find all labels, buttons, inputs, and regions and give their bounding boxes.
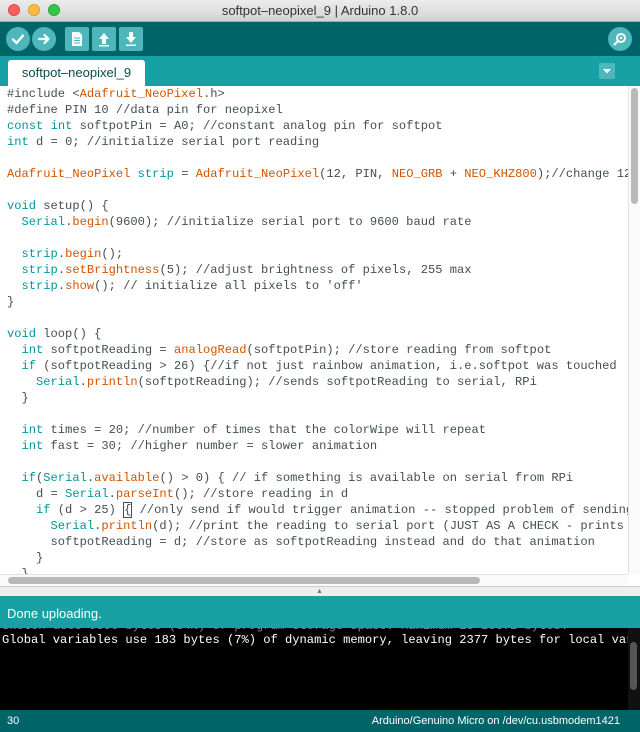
arrow-right-icon bbox=[37, 33, 50, 45]
arrow-up-icon bbox=[99, 33, 109, 47]
horizontal-scroll-thumb[interactable] bbox=[8, 577, 480, 584]
console-scroll-thumb[interactable] bbox=[630, 642, 637, 690]
editor-horizontal-scrollbar[interactable] bbox=[0, 574, 628, 586]
code-line[interactable]: strip.begin(); bbox=[7, 247, 124, 261]
footer-bar: 30 Arduino/Genuino Micro on /dev/cu.usbm… bbox=[0, 710, 640, 732]
code-line[interactable]: int d = 0; //initialize serial port read… bbox=[7, 135, 319, 149]
pane-divider[interactable]: ▲ bbox=[0, 586, 640, 596]
title-bar: softpot–neopixel_9 | Arduino 1.8.0 bbox=[0, 0, 640, 22]
status-message: Done uploading. bbox=[7, 606, 102, 621]
code-line[interactable]: Adafruit_NeoPixel strip = Adafruit_NeoPi… bbox=[7, 167, 628, 181]
code-line[interactable]: Serial.begin(9600); //initialize serial … bbox=[7, 215, 472, 229]
status-bar: Done uploading. bbox=[0, 596, 640, 628]
window-title: softpot–neopixel_9 | Arduino 1.8.0 bbox=[221, 3, 419, 18]
code-line[interactable]: } bbox=[7, 551, 43, 565]
code-line[interactable]: void loop() { bbox=[7, 327, 101, 341]
console-scrollbar[interactable] bbox=[628, 628, 640, 710]
tab-menu-button[interactable] bbox=[599, 63, 615, 79]
console-output[interactable]: Sketch uses 9806 bytes (34%) of program … bbox=[0, 628, 628, 710]
open-sketch-button[interactable] bbox=[92, 27, 116, 51]
code-line[interactable]: d = Serial.parseInt(); //store reading i… bbox=[7, 487, 348, 501]
magnifier-icon bbox=[613, 33, 626, 46]
console-line: Global variables use 183 bytes (7%) of d… bbox=[2, 633, 628, 647]
arrow-down-icon bbox=[126, 32, 136, 46]
code-line[interactable]: Serial.println(d); //print the reading t… bbox=[7, 519, 628, 533]
code-line[interactable]: int times = 20; //number of times that t… bbox=[7, 423, 487, 437]
board-port-label: Arduino/Genuino Micro on /dev/cu.usbmode… bbox=[371, 715, 620, 727]
save-sketch-button[interactable] bbox=[119, 27, 143, 51]
verify-button[interactable] bbox=[6, 27, 30, 51]
document-icon bbox=[72, 32, 82, 46]
checkmark-icon bbox=[11, 34, 25, 45]
code-line[interactable]: int softpotReading = analogRead(softpotP… bbox=[7, 343, 552, 357]
chevron-down-icon bbox=[603, 69, 611, 74]
tab-strip: softpot–neopixel_9 bbox=[0, 56, 640, 86]
code-line[interactable]: Serial.println(softpotReading); //sends … bbox=[7, 375, 537, 389]
code-text[interactable]: #include <Adafruit_NeoPixel.h> #define P… bbox=[0, 86, 628, 574]
toolbar bbox=[0, 22, 640, 56]
code-line[interactable]: } bbox=[7, 295, 14, 309]
code-line[interactable]: #include <Adafruit_NeoPixel.h> bbox=[7, 87, 225, 101]
code-line[interactable]: void setup() { bbox=[7, 199, 109, 213]
code-line[interactable]: } bbox=[7, 391, 29, 405]
code-line[interactable]: if(Serial.available() > 0) { // if somet… bbox=[7, 471, 574, 485]
serial-monitor-button[interactable] bbox=[608, 27, 632, 51]
code-line[interactable]: const int softpotPin = A0; //constant an… bbox=[7, 119, 442, 133]
tab-sketch[interactable]: softpot–neopixel_9 bbox=[8, 60, 145, 86]
code-line[interactable]: if (d > 25) { //only send if would trigg… bbox=[7, 502, 628, 518]
line-number: 30 bbox=[7, 715, 20, 727]
code-line[interactable]: int fast = 30; //higher number = slower … bbox=[7, 439, 378, 453]
vertical-scroll-thumb[interactable] bbox=[631, 88, 638, 204]
editor-vertical-scrollbar[interactable] bbox=[628, 86, 640, 574]
new-sketch-button[interactable] bbox=[65, 27, 89, 51]
code-line[interactable]: #define PIN 10 //data pin for neopixel bbox=[7, 103, 283, 117]
code-line[interactable]: } bbox=[7, 567, 29, 574]
code-editor[interactable]: #include <Adafruit_NeoPixel.h> #define P… bbox=[0, 86, 628, 574]
code-line[interactable]: if (softpotReading > 26) {//if not just … bbox=[7, 359, 617, 373]
code-line[interactable]: softpotReading = d; //store as softpotRe… bbox=[7, 535, 595, 549]
code-line[interactable]: strip.show(); // initialize all pixels t… bbox=[7, 279, 363, 293]
code-line[interactable]: strip.setBrightness(5); //adjust brightn… bbox=[7, 263, 472, 277]
upload-button[interactable] bbox=[32, 27, 56, 51]
divider-grip-icon[interactable]: ▲ bbox=[316, 588, 323, 595]
